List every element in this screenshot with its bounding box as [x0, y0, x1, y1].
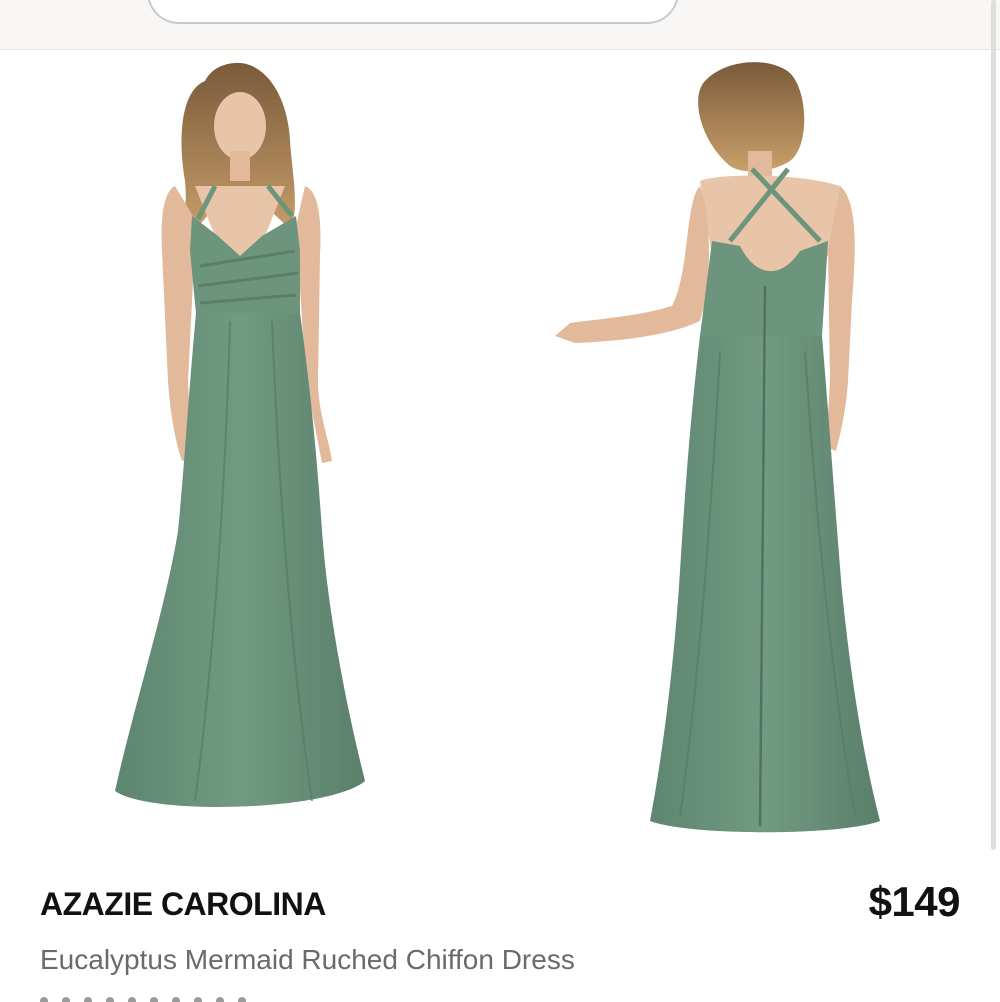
top-search-bar — [0, 0, 1000, 50]
product-photo — [115, 62, 880, 833]
product-price: $149 — [868, 878, 961, 925]
product-title[interactable]: Eucalyptus Mermaid Ruched Chiffon Dress — [40, 944, 575, 976]
product-image[interactable] — [0, 51, 1000, 851]
rating-row — [40, 992, 460, 1002]
front-model — [115, 62, 365, 808]
product-info: AZAZIE CAROLINA $149 Eucalyptus Mermaid … — [0, 858, 1000, 1002]
product-brand-name[interactable]: AZAZIE CAROLINA — [40, 886, 326, 923]
scrollbar[interactable] — [991, 0, 996, 850]
back-model — [555, 62, 880, 833]
search-input[interactable] — [147, 0, 679, 24]
